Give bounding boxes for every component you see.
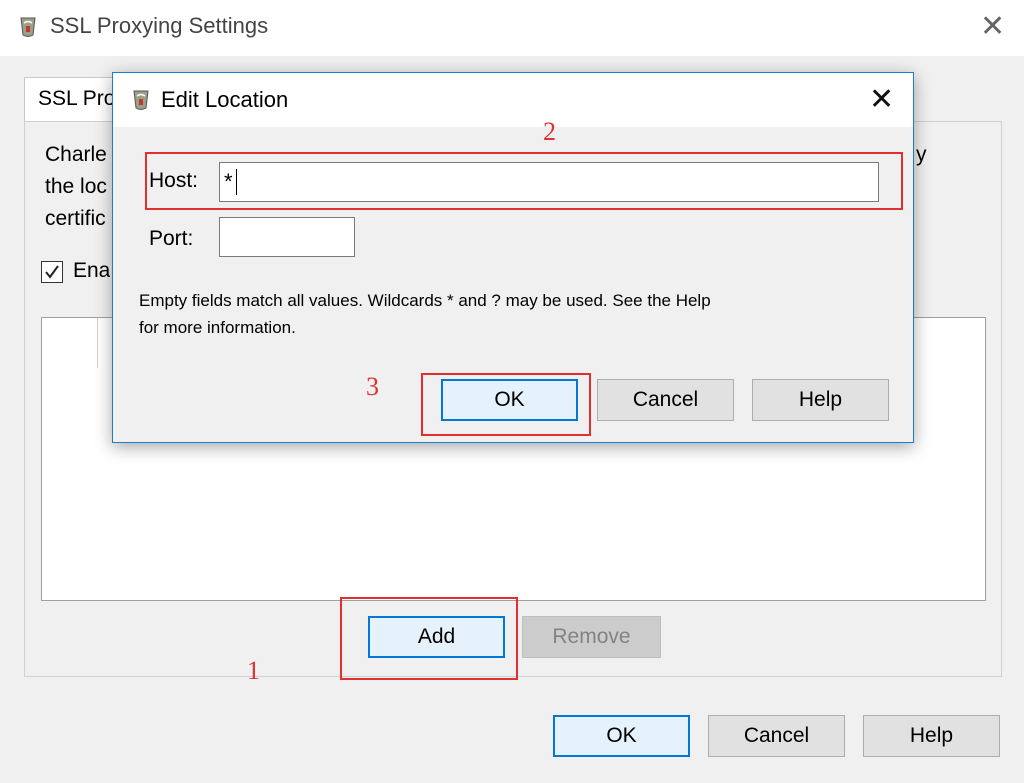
- description-line-3: certific: [45, 207, 106, 230]
- dialog-help-button[interactable]: Help: [752, 379, 889, 421]
- main-ok-button[interactable]: OK: [553, 715, 690, 757]
- dialog-titlebar: Edit Location ✕: [113, 73, 913, 127]
- annotation-box-ok: [421, 373, 591, 436]
- close-icon[interactable]: ✕: [869, 85, 894, 115]
- annotation-number-2: 2: [543, 117, 556, 146]
- dialog-cancel-button[interactable]: Cancel: [597, 379, 734, 421]
- enable-ssl-proxying-checkbox[interactable]: [41, 261, 63, 283]
- port-input[interactable]: [219, 217, 355, 257]
- help-note-line-2: for more information.: [139, 318, 296, 337]
- tab-label: SSL Pro: [38, 87, 116, 110]
- help-note-line-1: Empty fields match all values. Wildcards…: [139, 291, 711, 310]
- dialog-title: Edit Location: [161, 87, 289, 112]
- annotation-number-3: 3: [366, 372, 379, 401]
- description-line-1: Charle: [45, 143, 107, 166]
- checkmark-icon: [45, 265, 59, 279]
- enable-label: Ena: [73, 259, 111, 282]
- description-tail: y: [916, 143, 927, 166]
- main-help-button[interactable]: Help: [863, 715, 1000, 757]
- close-icon[interactable]: ✕: [980, 12, 1005, 42]
- port-label: Port:: [149, 227, 194, 250]
- main-cancel-button[interactable]: Cancel: [708, 715, 845, 757]
- annotation-number-1: 1: [247, 656, 260, 685]
- charles-app-icon: [133, 90, 149, 110]
- main-window-title: SSL Proxying Settings: [50, 13, 269, 38]
- description-line-2: the loc: [45, 175, 107, 198]
- table-column-divider: [97, 318, 98, 368]
- charles-app-icon: [20, 17, 36, 37]
- annotation-box-add: [340, 597, 518, 680]
- main-window-titlebar: SSL Proxying Settings ✕: [0, 0, 1024, 56]
- annotation-box-host: [145, 152, 903, 210]
- remove-button[interactable]: Remove: [522, 616, 661, 658]
